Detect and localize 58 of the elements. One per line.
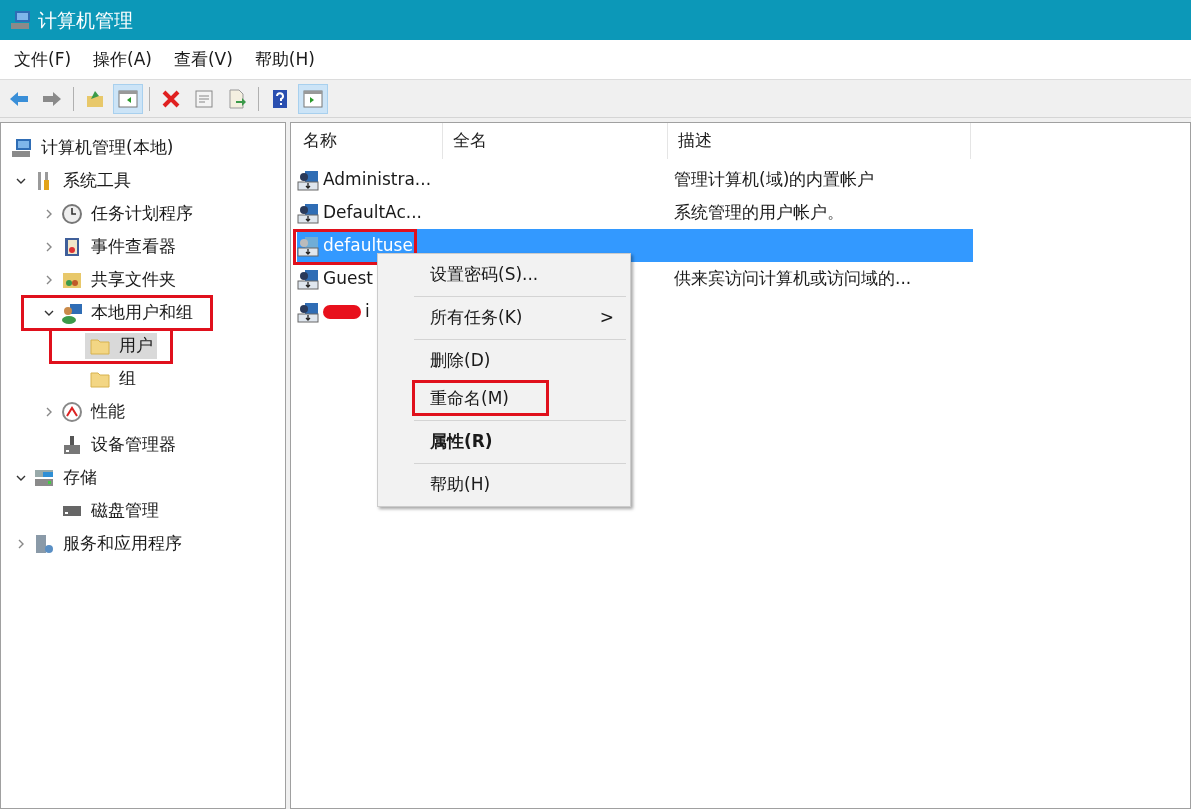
context-menu-item[interactable]: 重命名(M)	[378, 380, 630, 418]
clock-icon	[61, 202, 83, 225]
delete-icon	[161, 88, 181, 109]
device-icon	[61, 433, 83, 456]
expand-chevron-icon[interactable]	[44, 241, 54, 252]
menu-item[interactable]: 查看(V)	[165, 46, 241, 73]
table-cell-text: Administra...	[323, 167, 432, 191]
tree-item[interactable]: 设备管理器	[57, 431, 180, 458]
table-cell: 系统管理的用户帐户。	[674, 201, 844, 222]
tree-item[interactable]: 系统工具	[29, 167, 135, 194]
tree-item[interactable]: 共享文件夹	[57, 266, 180, 293]
tree-item[interactable]: 磁盘管理	[57, 497, 163, 524]
context-menu-item[interactable]: 属性(R)	[378, 423, 630, 461]
tree-item[interactable]: 存储	[29, 464, 101, 491]
table-cell: 供来宾访问计算机或访问域的...	[674, 267, 912, 288]
expand-chevron-icon[interactable]	[44, 406, 54, 417]
context-menu-item[interactable]: 删除(D)	[378, 342, 630, 380]
column-header[interactable]: 名称	[293, 123, 443, 159]
export-icon	[227, 88, 247, 109]
help-icon	[270, 88, 290, 109]
disabled-user-icon	[297, 234, 319, 257]
table-cell: 管理计算机(域)的内置帐户	[674, 168, 875, 189]
tree-item[interactable]: 计算机管理(本地)	[7, 134, 178, 161]
table-cell-text: defaultuse	[323, 233, 413, 257]
submenu-glyph: >	[599, 306, 614, 330]
column-header[interactable]: 描述	[668, 123, 971, 159]
tree-item[interactable]: 事件查看器	[57, 233, 180, 260]
user-icon	[297, 267, 319, 290]
menu-item[interactable]: 操作(A)	[85, 46, 160, 73]
table-cell-text: DefaultAc...	[323, 200, 422, 224]
tree-item[interactable]: 服务和应用程序	[29, 530, 186, 557]
expand-chevron-icon[interactable]	[16, 538, 26, 549]
menu-item[interactable]: 帮助(H)	[246, 46, 323, 73]
computer-icon	[11, 136, 33, 159]
expand-chevron-icon[interactable]	[44, 208, 54, 219]
tree-item[interactable]: 任务计划程序	[57, 200, 197, 227]
context-menu-item[interactable]: 所有任务(K) >	[378, 299, 630, 337]
context-menu-item[interactable]: 帮助(H)	[378, 466, 630, 504]
user-icon	[297, 201, 319, 224]
column-header[interactable]: 全名	[443, 123, 668, 159]
tree-item[interactable]: 组	[85, 365, 140, 392]
tree-item[interactable]: 性能	[57, 398, 129, 425]
gauge-icon	[61, 400, 83, 423]
user-icon	[297, 168, 319, 191]
menu-item[interactable]: 文件(F)	[6, 46, 80, 73]
table-cell-text: Guest	[323, 266, 373, 290]
users-icon	[61, 301, 83, 324]
pane-icon	[118, 88, 138, 109]
show-tree-button[interactable]	[113, 83, 143, 114]
document-icon	[194, 88, 214, 109]
expand-chevron-icon[interactable]	[44, 274, 54, 285]
computer-icon	[10, 9, 32, 31]
table-cell-text: i	[365, 299, 370, 323]
window-title: 计算机管理	[38, 7, 133, 33]
tree-item[interactable]: 本地用户和组	[57, 299, 197, 326]
pane-icon	[303, 88, 323, 109]
user-icon	[297, 300, 319, 323]
tree-item[interactable]: 用户	[85, 332, 157, 359]
